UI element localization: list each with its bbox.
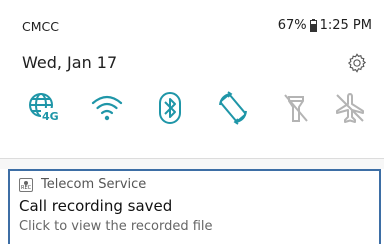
call-recording-notification[interactable]: REC Telecom Service Call recording saved… bbox=[8, 169, 381, 244]
quick-settings-panel: CMCC 67% 1:25 PM Wed, Jan 17 4G bbox=[0, 0, 384, 159]
mobile-data-toggle[interactable]: 4G bbox=[22, 86, 66, 130]
gear-icon[interactable] bbox=[346, 52, 368, 74]
notification-header: REC Telecom Service bbox=[19, 177, 146, 192]
airplane-off-icon bbox=[336, 93, 364, 123]
date-label: Wed, Jan 17 bbox=[22, 53, 118, 72]
notification-title: Call recording saved bbox=[19, 197, 173, 215]
recorder-icon-text: REC bbox=[21, 184, 32, 191]
bluetooth-icon bbox=[159, 92, 181, 124]
bluetooth-toggle[interactable] bbox=[148, 86, 192, 130]
airplane-mode-toggle[interactable] bbox=[328, 86, 372, 130]
auto-rotate-toggle[interactable] bbox=[211, 86, 255, 130]
clock: 1:25 PM bbox=[319, 18, 372, 33]
flashlight-off-icon bbox=[284, 94, 308, 122]
notification-gap bbox=[0, 159, 384, 169]
data-badge: 4G bbox=[42, 110, 59, 123]
battery-icon bbox=[309, 19, 317, 32]
quick-toggles: 4G bbox=[22, 86, 364, 132]
status-right-group: 67% 1:25 PM bbox=[278, 18, 372, 33]
carrier-label: CMCC bbox=[22, 19, 59, 34]
status-bar: CMCC 67% 1:25 PM bbox=[0, 0, 384, 40]
notification-app-name: Telecom Service bbox=[41, 177, 147, 192]
globe-4g-icon: 4G bbox=[29, 93, 59, 123]
auto-rotate-icon bbox=[219, 91, 247, 125]
wifi-toggle[interactable] bbox=[85, 86, 129, 130]
recorder-icon: REC bbox=[19, 177, 33, 192]
flashlight-toggle[interactable] bbox=[274, 86, 318, 130]
wifi-icon bbox=[91, 95, 123, 121]
notification-body: Click to view the recorded file bbox=[19, 219, 213, 234]
battery-percent: 67% bbox=[277, 18, 307, 33]
